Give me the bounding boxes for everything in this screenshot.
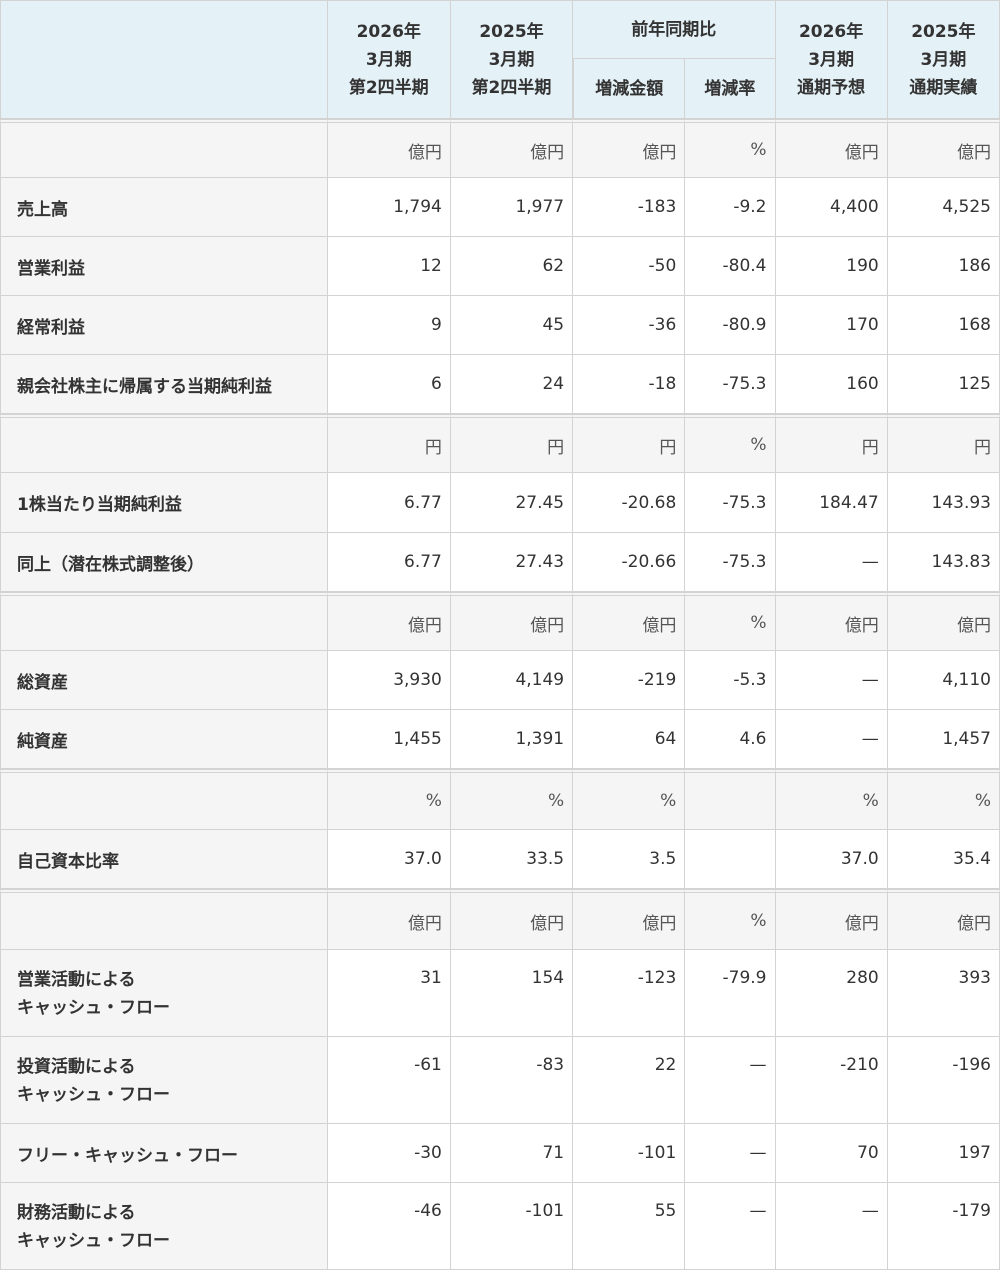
group-equity-ratio: % % % % % 自己資本比率 37.0 33.5 3.5 37.0 35.4 [0,769,1000,889]
row-label: 1株当たり当期純利益 [0,473,328,533]
row-label: フリー・キャッシュ・フロー [0,1124,328,1183]
row-label: 親会社株主に帰属する当期純利益 [0,355,328,414]
row-label: 自己資本比率 [0,830,328,889]
row-label: 経常利益 [0,296,328,355]
table-row: 1株当たり当期純利益 6.77 27.45 -20.68 -75.3 184.4… [0,473,1000,533]
unit-row: % % % % % [0,769,1000,830]
row-label: 財務活動による キャッシュ・フロー [0,1183,328,1270]
header-2025-actual: 2025年 3月期 通期実績 [887,0,1000,119]
row-label: 営業活動による キャッシュ・フロー [0,950,328,1037]
row-label: 総資産 [0,651,328,710]
header-yoy-rate: 増減率 [685,59,776,119]
table-row: 総資産 3,930 4,149 -219 -5.3 — 4,110 [0,651,1000,710]
table-row: 営業活動による キャッシュ・フロー 31 154 -123 -79.9 280 … [0,950,1000,1037]
financial-summary-table: 2026年 3月期 第2四半期 2025年 3月期 第2四半期 前年同期比 20… [0,0,1000,1270]
group-cash-flow: 億円 億円 億円 % 億円 億円 営業活動による キャッシュ・フロー 31 15… [0,889,1000,1270]
table-row: 自己資本比率 37.0 33.5 3.5 37.0 35.4 [0,830,1000,889]
group-balance: 億円 億円 億円 % 億円 億円 総資産 3,930 4,149 -219 -5… [0,592,1000,769]
row-label: 営業利益 [0,237,328,296]
table-header: 2026年 3月期 第2四半期 2025年 3月期 第2四半期 前年同期比 20… [0,0,1000,119]
table-row: 投資活動による キャッシュ・フロー -61 -83 22 — -210 -196 [0,1037,1000,1124]
table-row: フリー・キャッシュ・フロー -30 71 -101 — 70 197 [0,1124,1000,1183]
unit-row: 億円 億円 億円 % 億円 億円 [0,592,1000,651]
header-yoy-amount: 増減金額 [573,59,686,119]
unit-row: 円 円 円 % 円 円 [0,414,1000,473]
header-2026-q2: 2026年 3月期 第2四半期 [327,0,451,119]
table-row: 同上（潜在株式調整後） 6.77 27.43 -20.66 -75.3 — 14… [0,533,1000,592]
header-2025-q2: 2025年 3月期 第2四半期 [450,0,574,119]
table-row: 純資産 1,455 1,391 64 4.6 — 1,457 [0,710,1000,769]
group-per-share: 円 円 円 % 円 円 1株当たり当期純利益 6.77 27.45 -20.68… [0,414,1000,592]
header-corner [0,0,328,119]
table-row: 財務活動による キャッシュ・フロー -46 -101 55 — — -179 [0,1183,1000,1270]
table-row: 経常利益 9 45 -36 -80.9 170 168 [0,296,1000,355]
unit-row: 億円 億円 億円 % 億円 億円 [0,119,1000,178]
table-row: 営業利益 12 62 -50 -80.4 190 186 [0,237,1000,296]
row-label: 売上高 [0,178,328,237]
header-2026-forecast: 2026年 3月期 通期予想 [775,0,888,119]
group-income: 億円 億円 億円 % 億円 億円 売上高 1,794 1,977 -183 -9… [0,119,1000,414]
unit-row: 億円 億円 億円 % 億円 億円 [0,889,1000,950]
row-label: 同上（潜在株式調整後） [0,533,328,592]
table-row: 売上高 1,794 1,977 -183 -9.2 4,400 4,525 [0,178,1000,237]
header-yoy: 前年同期比 [573,0,776,59]
row-label: 純資産 [0,710,328,769]
table-row: 親会社株主に帰属する当期純利益 6 24 -18 -75.3 160 125 [0,355,1000,414]
row-label: 投資活動による キャッシュ・フロー [0,1037,328,1124]
